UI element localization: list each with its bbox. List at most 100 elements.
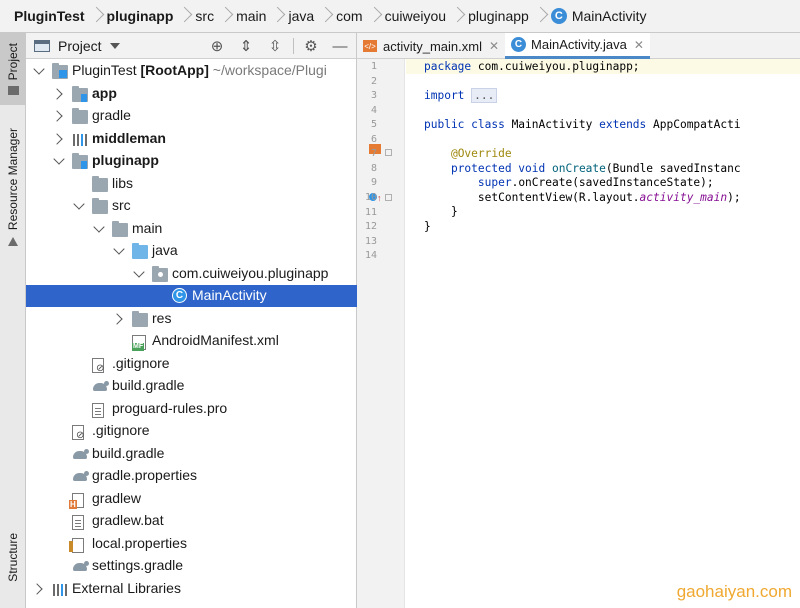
- tree-node[interactable]: com.cuiweiyou.pluginapp: [26, 263, 357, 285]
- breadcrumb-separator: [270, 5, 284, 27]
- tab-activity-main-xml[interactable]: </> activity_main.xml ✕: [357, 33, 505, 59]
- tree-node[interactable]: gradlew.bat: [26, 510, 357, 532]
- project-panel: Project ⊕ ⇕ ⇳ ⚙ — PluginTest [RootApp] ~…: [26, 33, 357, 608]
- tree-node[interactable]: gradlew: [26, 488, 357, 510]
- code-line-1: package com.cuiweiyou.pluginapp;: [424, 60, 640, 73]
- tree-node[interactable]: .gitignore: [26, 420, 357, 442]
- resource-manager-label: Resource Manager: [6, 128, 20, 231]
- breadcrumb-separator: [177, 5, 191, 27]
- chevron-right-icon[interactable]: [32, 582, 46, 596]
- gradle-icon: [72, 448, 90, 460]
- breadcrumb-item[interactable]: PluginTest: [14, 8, 85, 24]
- xml-file-icon: </>: [363, 40, 377, 52]
- breadcrumb-separator: [533, 5, 547, 27]
- tab-mainactivity-java[interactable]: C MainActivity.java ✕: [505, 33, 650, 59]
- tree-node[interactable]: middleman: [26, 128, 357, 150]
- chevron-down-icon[interactable]: [109, 42, 120, 49]
- gradle-icon: [92, 380, 110, 392]
- folder-icon: [92, 198, 108, 214]
- shell-script-icon: [69, 492, 84, 509]
- gradle-icon: [72, 470, 90, 482]
- breadcrumb-item[interactable]: MainActivity: [572, 8, 647, 24]
- gear-icon[interactable]: ⚙: [299, 35, 323, 57]
- tree-node-label: pluginapp: [92, 152, 159, 168]
- line-number: 11: [364, 206, 377, 218]
- source-folder-icon: [132, 243, 148, 259]
- chevron-down-icon[interactable]: [52, 154, 66, 168]
- breadcrumb-item[interactable]: cuiweiyou: [385, 8, 446, 24]
- watermark: gaohaiyan.com: [676, 582, 792, 601]
- collapse-all-icon[interactable]: ⇳: [263, 35, 287, 57]
- tree-node[interactable]: build.gradle: [26, 375, 357, 397]
- folder-icon: [72, 108, 88, 124]
- chevron-right-icon[interactable]: [52, 109, 66, 123]
- tree-node[interactable]: proguard-rules.pro: [26, 398, 357, 420]
- line-number: 1: [370, 61, 377, 72]
- folded-imports[interactable]: ...: [471, 88, 498, 103]
- tree-node[interactable]: .gitignore: [26, 353, 357, 375]
- chevron-down-icon[interactable]: [32, 64, 46, 78]
- tree-node-label: src: [112, 197, 131, 213]
- project-tool-tab[interactable]: Project: [0, 33, 26, 105]
- breadcrumb-item[interactable]: pluginapp: [468, 8, 529, 24]
- tree-node[interactable]: AndroidManifest.xml: [26, 330, 357, 352]
- tree-node[interactable]: libs: [26, 173, 357, 195]
- tree-node-label: .gitignore: [92, 422, 150, 438]
- library-icon: [52, 583, 69, 597]
- tree-node[interactable]: pluginapp: [26, 150, 357, 172]
- tree-node[interactable]: C MainActivity: [26, 285, 357, 307]
- expand-all-icon[interactable]: ⇕: [234, 35, 258, 57]
- crosshair-icon[interactable]: ⊕: [205, 35, 229, 57]
- structure-label: Structure: [6, 532, 20, 582]
- chevron-down-icon[interactable]: [72, 199, 86, 213]
- structure-tool-tab[interactable]: Structure: [0, 525, 26, 589]
- gitignore-file-icon: [92, 357, 104, 374]
- chevron-right-icon[interactable]: [52, 87, 66, 101]
- package-icon: [152, 265, 168, 282]
- tree-node[interactable]: app: [26, 83, 357, 105]
- line-number: 14: [364, 250, 377, 262]
- chevron-right-icon[interactable]: [112, 312, 126, 326]
- class-icon: C: [511, 37, 527, 52]
- tree-node[interactable]: gradle.properties: [26, 465, 357, 487]
- chevron-down-icon[interactable]: [112, 244, 126, 258]
- toolbar-divider: [293, 38, 294, 54]
- tree-node[interactable]: main: [26, 218, 357, 240]
- tab-label: MainActivity.java: [531, 37, 627, 52]
- code-area[interactable]: package com.cuiweiyou.pluginapp; import …: [406, 59, 800, 608]
- tab-label: activity_main.xml: [383, 38, 482, 54]
- close-icon[interactable]: ✕: [489, 39, 499, 53]
- chevron-right-icon[interactable]: [52, 132, 66, 146]
- breadcrumb-separator: [218, 5, 232, 27]
- tree-node[interactable]: settings.gradle: [26, 555, 357, 577]
- gitignore-file-icon: [72, 425, 84, 441]
- tree-node[interactable]: External Libraries: [26, 578, 357, 600]
- library-icon: [72, 133, 89, 147]
- tree-node[interactable]: build.gradle: [26, 443, 357, 465]
- fold-marker-icon[interactable]: [385, 193, 392, 203]
- breadcrumb-item[interactable]: main: [236, 8, 266, 24]
- breadcrumb-item[interactable]: com: [336, 8, 362, 24]
- breadcrumb-separator: [89, 5, 103, 27]
- chevron-down-icon[interactable]: [92, 222, 106, 236]
- tree-node[interactable]: PluginTest [RootApp] ~/workspace/Plugi: [26, 60, 357, 82]
- folder-icon: [132, 310, 148, 327]
- breadcrumb-separator: [450, 5, 464, 27]
- tree-node-label: build.gradle: [112, 377, 185, 393]
- close-icon[interactable]: ✕: [634, 38, 644, 52]
- minimize-icon[interactable]: —: [328, 35, 352, 57]
- breadcrumb-item[interactable]: pluginapp: [107, 8, 174, 24]
- fold-marker-icon[interactable]: [385, 148, 392, 158]
- breadcrumb-item[interactable]: java: [288, 8, 314, 24]
- tree-node[interactable]: java: [26, 240, 357, 262]
- line-number: 3: [370, 90, 377, 102]
- breadcrumb-item[interactable]: src: [195, 8, 214, 24]
- tree-node[interactable]: local.properties: [26, 533, 357, 555]
- code-editor: </> activity_main.xml ✕ C MainActivity.j…: [357, 33, 800, 608]
- project-view-selector[interactable]: Project: [58, 38, 102, 54]
- tree-node[interactable]: gradle: [26, 105, 357, 127]
- chevron-down-icon[interactable]: [132, 267, 146, 281]
- resource-manager-tool-tab[interactable]: Resource Manager: [0, 121, 26, 253]
- tree-node[interactable]: res: [26, 308, 357, 330]
- tree-node[interactable]: src: [26, 195, 357, 217]
